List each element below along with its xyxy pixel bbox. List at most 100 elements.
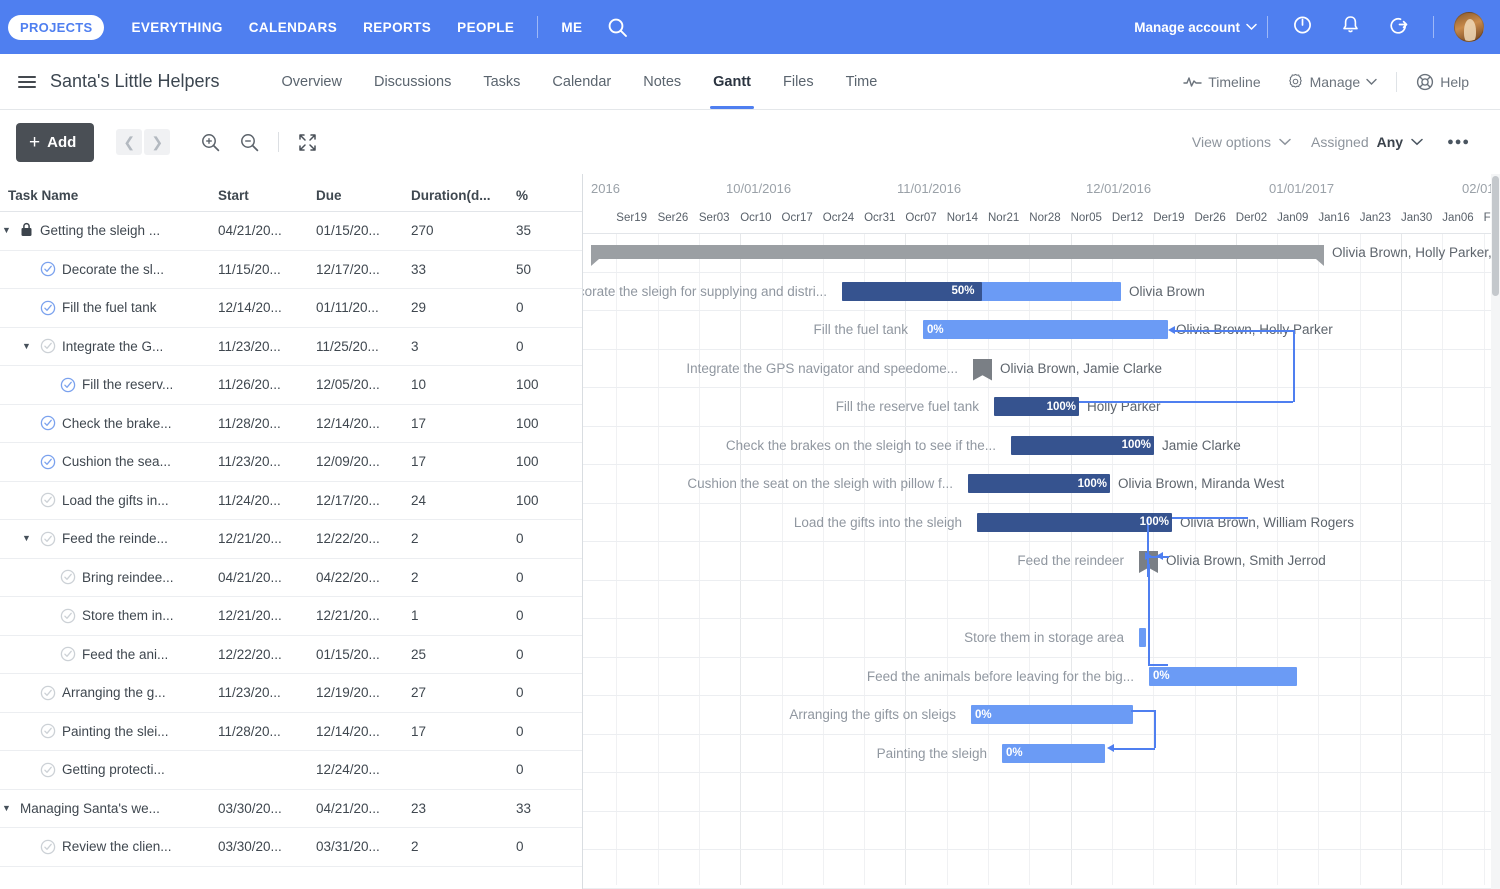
- gantt-task-bar[interactable]: 0%: [1149, 667, 1297, 686]
- zoom-in-icon[interactable]: [192, 132, 229, 153]
- more-options-icon[interactable]: ●●●: [1433, 136, 1484, 148]
- search-icon[interactable]: [607, 17, 628, 38]
- table-row[interactable]: ▼Load the gifts in...11/24/20...12/17/20…: [0, 482, 582, 521]
- check-circle-icon[interactable]: [40, 338, 56, 354]
- gantt-task-bar[interactable]: 0%: [971, 705, 1133, 724]
- task-duration: 17: [411, 724, 516, 739]
- nav-brand-projects[interactable]: PROJECTS: [8, 15, 104, 40]
- view-options-dropdown[interactable]: View options: [1182, 134, 1301, 150]
- table-row[interactable]: ▼Check the brake...11/28/20...12/14/20..…: [0, 405, 582, 444]
- task-name-label: Painting the slei...: [62, 724, 169, 739]
- gantt-task-bar[interactable]: 100%: [968, 474, 1110, 493]
- check-circle-icon[interactable]: [60, 608, 76, 624]
- expand-caret-icon[interactable]: ▼: [2, 226, 14, 235]
- table-row[interactable]: ▼Fill the reserv...11/26/20...12/05/20..…: [0, 366, 582, 405]
- tab-gantt[interactable]: Gantt: [697, 54, 767, 109]
- column-header-start[interactable]: Start: [218, 188, 316, 203]
- table-row[interactable]: ▼Review the clien...03/30/20...03/31/20.…: [0, 828, 582, 867]
- assigned-filter[interactable]: Assigned Any: [1301, 134, 1433, 150]
- check-circle-icon[interactable]: [40, 839, 56, 855]
- check-circle-icon[interactable]: [40, 492, 56, 508]
- table-row[interactable]: ▼Painting the slei...11/28/20...12/14/20…: [0, 713, 582, 752]
- tab-time[interactable]: Time: [830, 54, 894, 109]
- tab-notes[interactable]: Notes: [627, 54, 697, 109]
- gantt-chart-body[interactable]: Olivia Brown, Holly Parker,50%Decorate t…: [583, 234, 1500, 885]
- task-name-label: Getting protecti...: [62, 762, 165, 777]
- tab-tasks[interactable]: Tasks: [467, 54, 536, 109]
- scrollbar-thumb[interactable]: [1492, 176, 1499, 296]
- table-row[interactable]: ▼Managing Santa's we...03/30/20...04/21/…: [0, 790, 582, 829]
- expand-caret-icon[interactable]: ▼: [22, 342, 34, 351]
- nav-item-me[interactable]: ME: [548, 20, 595, 35]
- nav-item-people[interactable]: PEOPLE: [444, 20, 527, 35]
- table-row[interactable]: ▼Cushion the sea...11/23/20...12/09/20..…: [0, 443, 582, 482]
- manage-button[interactable]: Manage: [1274, 73, 1391, 90]
- task-duration: 23: [411, 801, 516, 816]
- table-row[interactable]: ▼Bring reindee...04/21/20...04/22/20...2…: [0, 559, 582, 598]
- task-due-date: 12/05/20...: [316, 377, 411, 392]
- gantt-week-label: Der12: [1112, 212, 1153, 224]
- gantt-task-bar[interactable]: 100%: [994, 397, 1079, 416]
- check-circle-icon[interactable]: [40, 762, 56, 778]
- table-row[interactable]: ▼Arranging the g...11/23/20...12/19/20..…: [0, 674, 582, 713]
- gantt-week-label: Ser03: [699, 212, 740, 224]
- task-duration: 27: [411, 685, 516, 700]
- logout-icon[interactable]: [1374, 14, 1423, 40]
- check-circle-icon[interactable]: [60, 377, 76, 393]
- manage-account-menu[interactable]: Manage account: [1134, 20, 1257, 35]
- table-row[interactable]: ▼Feed the reinde...12/21/20...12/22/20..…: [0, 520, 582, 559]
- gantt-task-bar[interactable]: 0%: [1002, 744, 1105, 763]
- vertical-scrollbar[interactable]: [1491, 174, 1500, 889]
- tab-files[interactable]: Files: [767, 54, 830, 109]
- nav-item-calendars[interactable]: CALENDARS: [236, 20, 350, 35]
- gantt-task-bar[interactable]: 100%: [1011, 436, 1154, 455]
- gantt-week-label: Ocr10: [740, 212, 781, 224]
- hamburger-icon[interactable]: [18, 76, 36, 88]
- expand-caret-icon[interactable]: ▼: [2, 804, 14, 813]
- gantt-task-bar[interactable]: 0%: [923, 320, 1168, 339]
- timer-icon[interactable]: [1278, 14, 1327, 40]
- table-row[interactable]: ▼Decorate the sl...11/15/20...12/17/20..…: [0, 251, 582, 290]
- check-circle-icon[interactable]: [40, 723, 56, 739]
- column-header-task-name[interactable]: Task Name: [0, 188, 218, 203]
- add-label: Add: [47, 134, 76, 151]
- check-circle-icon[interactable]: [40, 531, 56, 547]
- gantt-task-bar[interactable]: 50%: [842, 282, 1121, 301]
- nav-item-reports[interactable]: REPORTS: [350, 20, 444, 35]
- table-row[interactable]: ▼Fill the fuel tank12/14/20...01/11/20..…: [0, 289, 582, 328]
- nav-item-everything[interactable]: EVERYTHING: [118, 20, 235, 35]
- tab-overview[interactable]: Overview: [266, 54, 358, 109]
- expand-caret-icon[interactable]: ▼: [22, 534, 34, 543]
- bell-icon[interactable]: [1327, 14, 1374, 40]
- check-circle-icon[interactable]: [40, 261, 56, 277]
- table-row[interactable]: ▼Getting protecti...12/24/20...0: [0, 751, 582, 790]
- table-row[interactable]: ▼Feed the ani...12/22/20...01/15/20...25…: [0, 636, 582, 675]
- table-row[interactable]: ▼Getting the sleigh ...04/21/20...01/15/…: [0, 212, 582, 251]
- chevron-left-icon[interactable]: ❮: [116, 129, 142, 155]
- check-circle-icon[interactable]: [60, 646, 76, 662]
- column-header-duration[interactable]: Duration(d...: [411, 188, 516, 203]
- chevron-right-icon[interactable]: ❯: [144, 129, 170, 155]
- check-circle-icon[interactable]: [60, 569, 76, 585]
- gantt-week-label: Nor28: [1029, 212, 1070, 224]
- table-row[interactable]: ▼Store them in...12/21/20...12/21/20...1…: [0, 597, 582, 636]
- gantt-task-bar[interactable]: 100%: [977, 513, 1172, 532]
- avatar[interactable]: [1454, 12, 1484, 42]
- help-button[interactable]: Help: [1403, 73, 1482, 91]
- add-button[interactable]: + Add: [16, 123, 94, 162]
- table-row[interactable]: ▼Integrate the G...11/23/20...11/25/20..…: [0, 328, 582, 367]
- check-circle-icon[interactable]: [40, 685, 56, 701]
- plus-icon: +: [29, 133, 40, 152]
- tab-discussions[interactable]: Discussions: [358, 54, 467, 109]
- column-header-percent[interactable]: %: [516, 188, 568, 203]
- zoom-out-icon[interactable]: [231, 132, 268, 153]
- timeline-button[interactable]: Timeline: [1170, 74, 1273, 90]
- check-circle-icon[interactable]: [40, 300, 56, 316]
- tab-calendar[interactable]: Calendar: [536, 54, 627, 109]
- column-header-due[interactable]: Due: [316, 188, 411, 203]
- gantt-task-bar[interactable]: [1139, 628, 1146, 647]
- check-circle-icon[interactable]: [40, 454, 56, 470]
- expand-icon[interactable]: [289, 132, 326, 153]
- check-circle-icon[interactable]: [40, 415, 56, 431]
- gantt-summary-bar[interactable]: [591, 245, 1324, 259]
